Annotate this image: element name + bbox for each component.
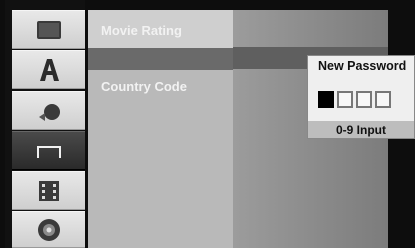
password-digit-box[interactable] <box>356 91 372 108</box>
password-input[interactable] <box>318 91 391 108</box>
category-sidebar <box>5 0 85 248</box>
password-digit-box[interactable] <box>337 91 353 108</box>
language-a-icon <box>39 58 59 81</box>
film-strip-icon <box>38 180 59 201</box>
sidebar-item-video[interactable] <box>12 171 85 210</box>
menu-list: Movie Rating Country Code <box>88 10 233 248</box>
sidebar-item-language[interactable] <box>12 50 85 89</box>
input-hint: 0-9 Input <box>308 121 414 138</box>
password-digit-box[interactable] <box>318 91 334 108</box>
password-digit-box[interactable] <box>375 91 391 108</box>
disc-icon <box>37 218 60 241</box>
audio-speaker-icon <box>38 103 60 121</box>
sidebar-item-disc[interactable] <box>12 211 85 248</box>
popup-title: New Password <box>318 59 407 73</box>
menu-item-label: Country Code <box>101 78 187 94</box>
sidebar-item-lock[interactable] <box>12 131 85 170</box>
lock-icon <box>36 145 61 158</box>
new-password-dialog: New Password 0-9 Input <box>307 55 415 139</box>
menu-item-label: Movie Rating <box>101 22 182 38</box>
menu-item-country-code[interactable]: Country Code <box>88 66 233 106</box>
sidebar-item-display[interactable] <box>12 10 85 49</box>
tv-screen-icon <box>36 20 61 39</box>
sidebar-item-audio[interactable] <box>12 91 85 130</box>
setup-menu-screen: Movie Rating Country Code New Password 0… <box>0 0 415 248</box>
menu-item-movie-rating[interactable]: Movie Rating <box>88 10 233 50</box>
